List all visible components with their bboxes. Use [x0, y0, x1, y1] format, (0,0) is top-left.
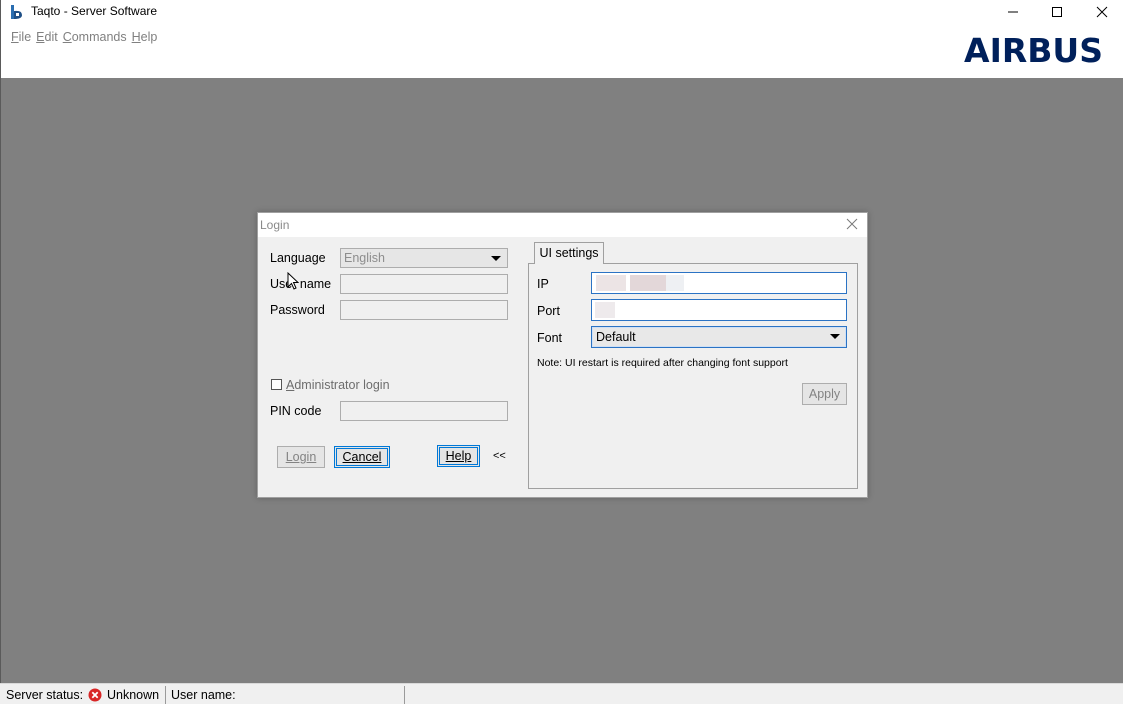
redacted-ip-segment — [666, 275, 684, 291]
menu-file[interactable]: File — [11, 30, 31, 44]
menu-help[interactable]: Help — [132, 30, 158, 44]
dialog-title: Login — [260, 218, 290, 232]
admin-login-label[interactable]: Administrator login — [286, 378, 390, 392]
status-bar: Server status: Unknown User name: — [0, 683, 1123, 704]
server-status-value: Unknown — [107, 688, 160, 702]
window-title: Taqto - Server Software — [31, 4, 158, 18]
port-input[interactable] — [591, 299, 847, 321]
username-field[interactable] — [340, 274, 508, 294]
collapse-toggle[interactable]: << — [493, 450, 506, 462]
font-label: Font — [537, 331, 563, 345]
close-window-button[interactable] — [1079, 0, 1123, 24]
minimize-icon — [1008, 11, 1018, 13]
font-select[interactable]: Default — [591, 326, 847, 348]
username-label: User name — [270, 277, 332, 291]
app-header: Taqto - Server Software File Edit Comman… — [0, 0, 1123, 78]
port-label: Port — [537, 304, 560, 318]
mouse-cursor-icon — [287, 272, 299, 290]
chevron-down-icon — [830, 334, 840, 339]
tab-ui-settings[interactable]: UI settings — [534, 242, 604, 264]
status-username-label: User name: — [171, 688, 236, 702]
pin-label: PIN code — [270, 404, 322, 418]
menu-bar: File Edit Commands Help — [11, 30, 162, 44]
maximize-icon — [1052, 7, 1062, 17]
font-value: Default — [596, 330, 636, 344]
dialog-close-icon[interactable] — [845, 217, 859, 231]
menu-commands[interactable]: Commands — [63, 30, 127, 44]
cancel-button[interactable]: Cancel — [334, 446, 390, 468]
admin-login-checkbox[interactable] — [271, 379, 282, 390]
help-button[interactable]: Help — [437, 445, 480, 467]
password-label: Password — [270, 303, 325, 317]
ui-settings-panel: IP Port Font Default Note: UI restart is… — [528, 263, 858, 489]
status-divider — [404, 686, 405, 704]
login-button[interactable]: Login — [277, 446, 325, 468]
password-field[interactable] — [340, 300, 508, 320]
dialog-titlebar: Login — [258, 213, 867, 237]
chevron-down-icon — [491, 256, 501, 261]
airbus-logo: AIRBUS — [964, 31, 1103, 70]
minimize-button[interactable] — [990, 0, 1036, 24]
language-label: Language — [270, 251, 326, 265]
apply-button[interactable]: Apply — [802, 383, 847, 405]
language-select[interactable]: English — [340, 248, 508, 268]
close-icon — [1096, 6, 1108, 18]
font-restart-note: Note: UI restart is required after chang… — [537, 357, 788, 369]
redacted-ip-segment — [630, 275, 666, 291]
ip-label: IP — [537, 277, 549, 291]
window-border — [0, 78, 1, 684]
redacted-ip-segment — [596, 275, 626, 291]
pin-field[interactable] — [340, 401, 508, 421]
app-logo-icon — [11, 5, 22, 19]
status-divider — [165, 686, 166, 704]
redacted-port — [595, 302, 615, 318]
error-icon — [88, 688, 102, 702]
ip-input[interactable] — [591, 272, 847, 294]
server-status-label: Server status: — [6, 688, 84, 702]
admin-login-text: dministrator login — [294, 378, 390, 392]
language-value: English — [344, 251, 385, 265]
login-dialog: Login Language English User name Passwor… — [257, 212, 868, 498]
menu-edit[interactable]: Edit — [36, 30, 58, 44]
maximize-button[interactable] — [1034, 0, 1080, 24]
